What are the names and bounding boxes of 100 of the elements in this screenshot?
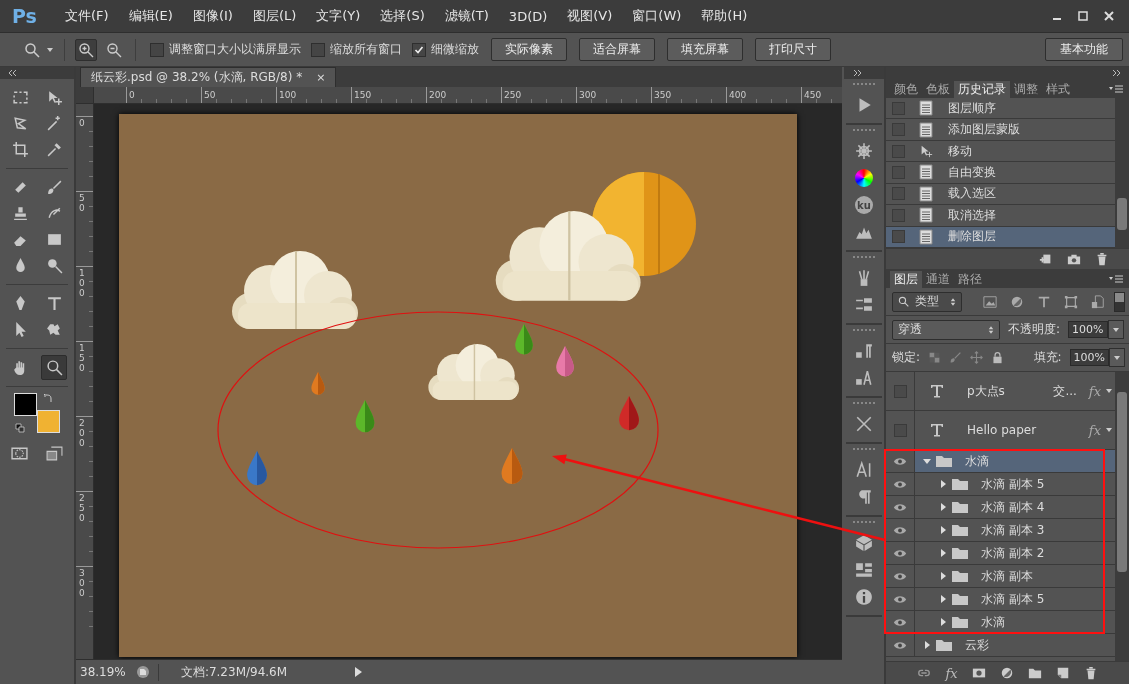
menu-item[interactable]: 图层(L) — [242, 7, 307, 25]
new-document-icon[interactable] — [1039, 252, 1053, 266]
menu-item[interactable]: 文件(F) — [54, 7, 119, 25]
panel-tab[interactable]: 图层 — [890, 271, 922, 288]
adjustment-icon[interactable] — [999, 666, 1014, 680]
effects-label[interactable]: fx — [1088, 383, 1101, 399]
history-item[interactable]: 自由变换 — [886, 162, 1115, 184]
effects-label[interactable]: fx — [1088, 422, 1101, 438]
checkbox[interactable] — [311, 42, 325, 57]
history-item[interactable]: 取消选择 — [886, 205, 1115, 227]
panel-tab[interactable]: 历史记录 — [954, 81, 1010, 98]
zoom-preset-button[interactable]: 实际像素 — [491, 38, 567, 61]
caret-icon[interactable] — [923, 457, 931, 465]
visibility-toggle[interactable] — [886, 450, 915, 472]
filter-dropdown[interactable]: 类型 — [892, 291, 962, 312]
new-layer-icon[interactable] — [1055, 666, 1070, 680]
tools-icon[interactable] — [855, 415, 873, 433]
fill-dropdown-button[interactable] — [1109, 348, 1125, 367]
caret-icon[interactable] — [939, 480, 947, 488]
zoom-level[interactable]: 38.19% — [76, 665, 128, 679]
lock-icon[interactable] — [991, 351, 1005, 364]
cube-icon[interactable] — [855, 534, 873, 552]
panel-tab[interactable]: 通道 — [922, 271, 954, 288]
shape-filter-icon[interactable] — [1064, 294, 1078, 309]
caret-icon[interactable] — [1105, 387, 1113, 395]
fill-field[interactable]: 100% — [1069, 349, 1109, 366]
smart-object-filter-icon[interactable] — [1091, 294, 1105, 309]
checkbox[interactable] — [150, 42, 164, 57]
menu-item[interactable]: 视图(V) — [557, 7, 623, 25]
opacity-field[interactable]: 100% — [1068, 321, 1108, 338]
caret-icon[interactable] — [939, 618, 947, 626]
maximize-icon[interactable] — [1077, 10, 1089, 22]
close-tab-button[interactable]: × — [316, 71, 326, 84]
play-icon[interactable] — [353, 666, 363, 678]
menu-item[interactable]: 选择(S) — [370, 7, 435, 25]
tool-button[interactable] — [41, 355, 67, 380]
screen-mode-icon[interactable] — [46, 445, 63, 462]
menu-item[interactable]: 帮助(H) — [691, 7, 758, 25]
zoom-preset-button[interactable]: 打印尺寸 — [755, 38, 831, 61]
helm-icon[interactable] — [855, 142, 873, 160]
layer-row[interactable]: 水滴 副本 3 — [886, 519, 1115, 542]
zoom-tool-icon[interactable] — [24, 41, 40, 58]
swap-icon[interactable] — [43, 393, 53, 403]
caret-icon[interactable] — [939, 549, 947, 557]
layer-row[interactable]: 水滴 副本 2 — [886, 542, 1115, 565]
trash-icon[interactable] — [1095, 252, 1109, 266]
panel-tab[interactable]: 路径 — [954, 271, 986, 288]
adjustment-filter-icon[interactable] — [1010, 294, 1024, 309]
info-icon[interactable] — [855, 588, 873, 606]
caret-icon[interactable] — [939, 595, 947, 603]
panel-menu-icon[interactable] — [1109, 85, 1123, 93]
checkbox[interactable] — [412, 42, 426, 57]
checkerboard-icon[interactable] — [928, 351, 942, 364]
caret-icon[interactable] — [939, 526, 947, 534]
default-colors-icon[interactable] — [15, 423, 25, 433]
background-color-swatch[interactable] — [37, 410, 60, 433]
camera-icon[interactable] — [1067, 252, 1081, 266]
panel-tab[interactable]: 颜色 — [890, 81, 922, 98]
caret-icon[interactable] — [1105, 426, 1113, 434]
layer-row[interactable]: 水滴 副本 4 — [886, 496, 1115, 519]
export-icon[interactable] — [136, 665, 150, 679]
quick-mask-icon[interactable] — [11, 445, 28, 462]
caret-icon[interactable] — [46, 45, 54, 54]
layer-row[interactable]: p大点s 交... fx — [886, 372, 1115, 411]
character-icon[interactable] — [855, 461, 873, 479]
panel-menu-icon[interactable] — [1109, 275, 1123, 283]
history-item[interactable]: 删除图层 — [886, 226, 1115, 248]
caret-icon[interactable] — [939, 572, 947, 580]
menu-item[interactable]: 滤镜(T) — [434, 7, 499, 25]
collapse-icon[interactable] — [1111, 70, 1121, 76]
menu-item[interactable]: 窗口(W) — [622, 7, 692, 25]
character-styles-icon[interactable] — [855, 369, 873, 387]
history-item[interactable]: 添加图层蒙版 — [886, 119, 1115, 141]
history-item[interactable]: 载入选区 — [886, 183, 1115, 206]
caret-icon[interactable] — [923, 641, 931, 649]
layer-row[interactable]: 云彩 — [886, 634, 1115, 657]
zoom-mode-button[interactable] — [75, 38, 97, 61]
folder-icon[interactable] — [1027, 666, 1042, 680]
filter-toggle[interactable] — [1114, 291, 1125, 312]
paragraph-styles-icon[interactable] — [855, 342, 873, 360]
color-wheel-icon[interactable] — [855, 169, 873, 187]
zoom-preset-button[interactable]: 适合屏幕 — [579, 38, 655, 61]
blend-mode-dropdown[interactable]: 穿透 — [892, 319, 1000, 340]
type-filter-icon[interactable] — [1037, 294, 1051, 309]
panel-tab[interactable]: 色板 — [922, 81, 954, 98]
collapse-icon[interactable] — [8, 70, 18, 76]
image-filter-icon[interactable] — [983, 294, 997, 309]
history-item[interactable]: 图层顺序 — [886, 98, 1115, 120]
layer-row[interactable]: 水滴 副本 5 — [886, 588, 1115, 611]
scrollbar-thumb[interactable] — [1117, 198, 1127, 230]
document-tab[interactable]: 纸云彩.psd @ 38.2% (水滴, RGB/8) * × — [80, 67, 337, 87]
menu-item[interactable]: 编辑(E) — [118, 7, 183, 25]
layer-row[interactable]: 水滴 副本 5 — [886, 473, 1115, 496]
collapse-icon[interactable] — [852, 70, 862, 76]
workspace-button[interactable]: 基本功能 — [1045, 38, 1123, 61]
menu-item[interactable]: 文字(Y) — [306, 7, 371, 25]
mask-icon[interactable] — [971, 666, 986, 680]
close-icon[interactable] — [1103, 10, 1115, 22]
brush-presets-icon[interactable] — [855, 296, 873, 314]
foreground-color-swatch[interactable] — [14, 393, 37, 416]
